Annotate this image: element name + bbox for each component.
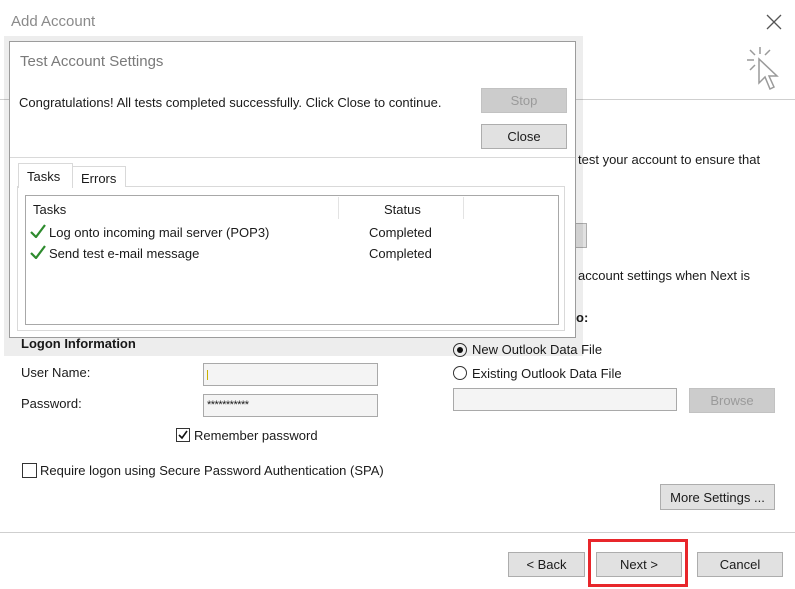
column-separator bbox=[463, 197, 464, 219]
close-button[interactable]: Close bbox=[481, 124, 567, 149]
footer-divider bbox=[0, 532, 795, 533]
existing-data-file-radio[interactable] bbox=[453, 366, 467, 380]
task-status: Completed bbox=[369, 225, 432, 240]
remember-password-checkbox[interactable] bbox=[176, 428, 190, 442]
test-account-description: test your account to ensure that bbox=[578, 152, 761, 167]
text-cursor bbox=[207, 370, 208, 380]
tab-errors[interactable]: Errors bbox=[72, 166, 126, 187]
password-label: Password: bbox=[21, 396, 82, 411]
spa-label: Require logon using Secure Password Auth… bbox=[40, 463, 384, 478]
cursor-sparkle-icon bbox=[747, 47, 779, 91]
password-value: *********** bbox=[207, 399, 249, 411]
auto-test-description: account settings when Next is bbox=[578, 268, 750, 283]
window-title: Add Account bbox=[11, 13, 96, 30]
column-header-tasks[interactable]: Tasks bbox=[33, 202, 66, 217]
tab-tasks[interactable]: Tasks bbox=[18, 163, 73, 188]
task-name: Send test e-mail message bbox=[49, 246, 200, 261]
dialog-divider bbox=[10, 157, 575, 158]
username-input[interactable] bbox=[203, 363, 378, 386]
checkmark-icon bbox=[30, 224, 46, 238]
spa-checkbox[interactable] bbox=[22, 463, 37, 478]
column-separator bbox=[338, 197, 339, 219]
existing-data-file-label: Existing Outlook Data File bbox=[472, 366, 622, 381]
stop-button[interactable]: Stop bbox=[481, 88, 567, 113]
cancel-button[interactable]: Cancel bbox=[697, 552, 783, 577]
checkbox-check-icon bbox=[178, 430, 188, 440]
username-label: User Name: bbox=[21, 365, 91, 380]
checkmark-icon bbox=[30, 245, 46, 259]
dialog-title: Test Account Settings bbox=[20, 53, 164, 70]
remember-password-label: Remember password bbox=[194, 428, 318, 443]
more-settings-button[interactable]: More Settings ... bbox=[660, 484, 775, 510]
browse-button[interactable]: Browse bbox=[689, 388, 775, 413]
task-name: Log onto incoming mail server (POP3) bbox=[49, 225, 270, 240]
task-status: Completed bbox=[369, 246, 432, 261]
close-icon[interactable] bbox=[764, 12, 784, 32]
data-file-path-input[interactable] bbox=[453, 388, 677, 411]
password-input[interactable]: *********** bbox=[203, 394, 378, 417]
dialog-message: Congratulations! All tests completed suc… bbox=[19, 95, 442, 110]
column-header-status[interactable]: Status bbox=[384, 202, 421, 217]
back-button[interactable]: < Back bbox=[508, 552, 585, 577]
next-button-highlight bbox=[588, 539, 688, 587]
